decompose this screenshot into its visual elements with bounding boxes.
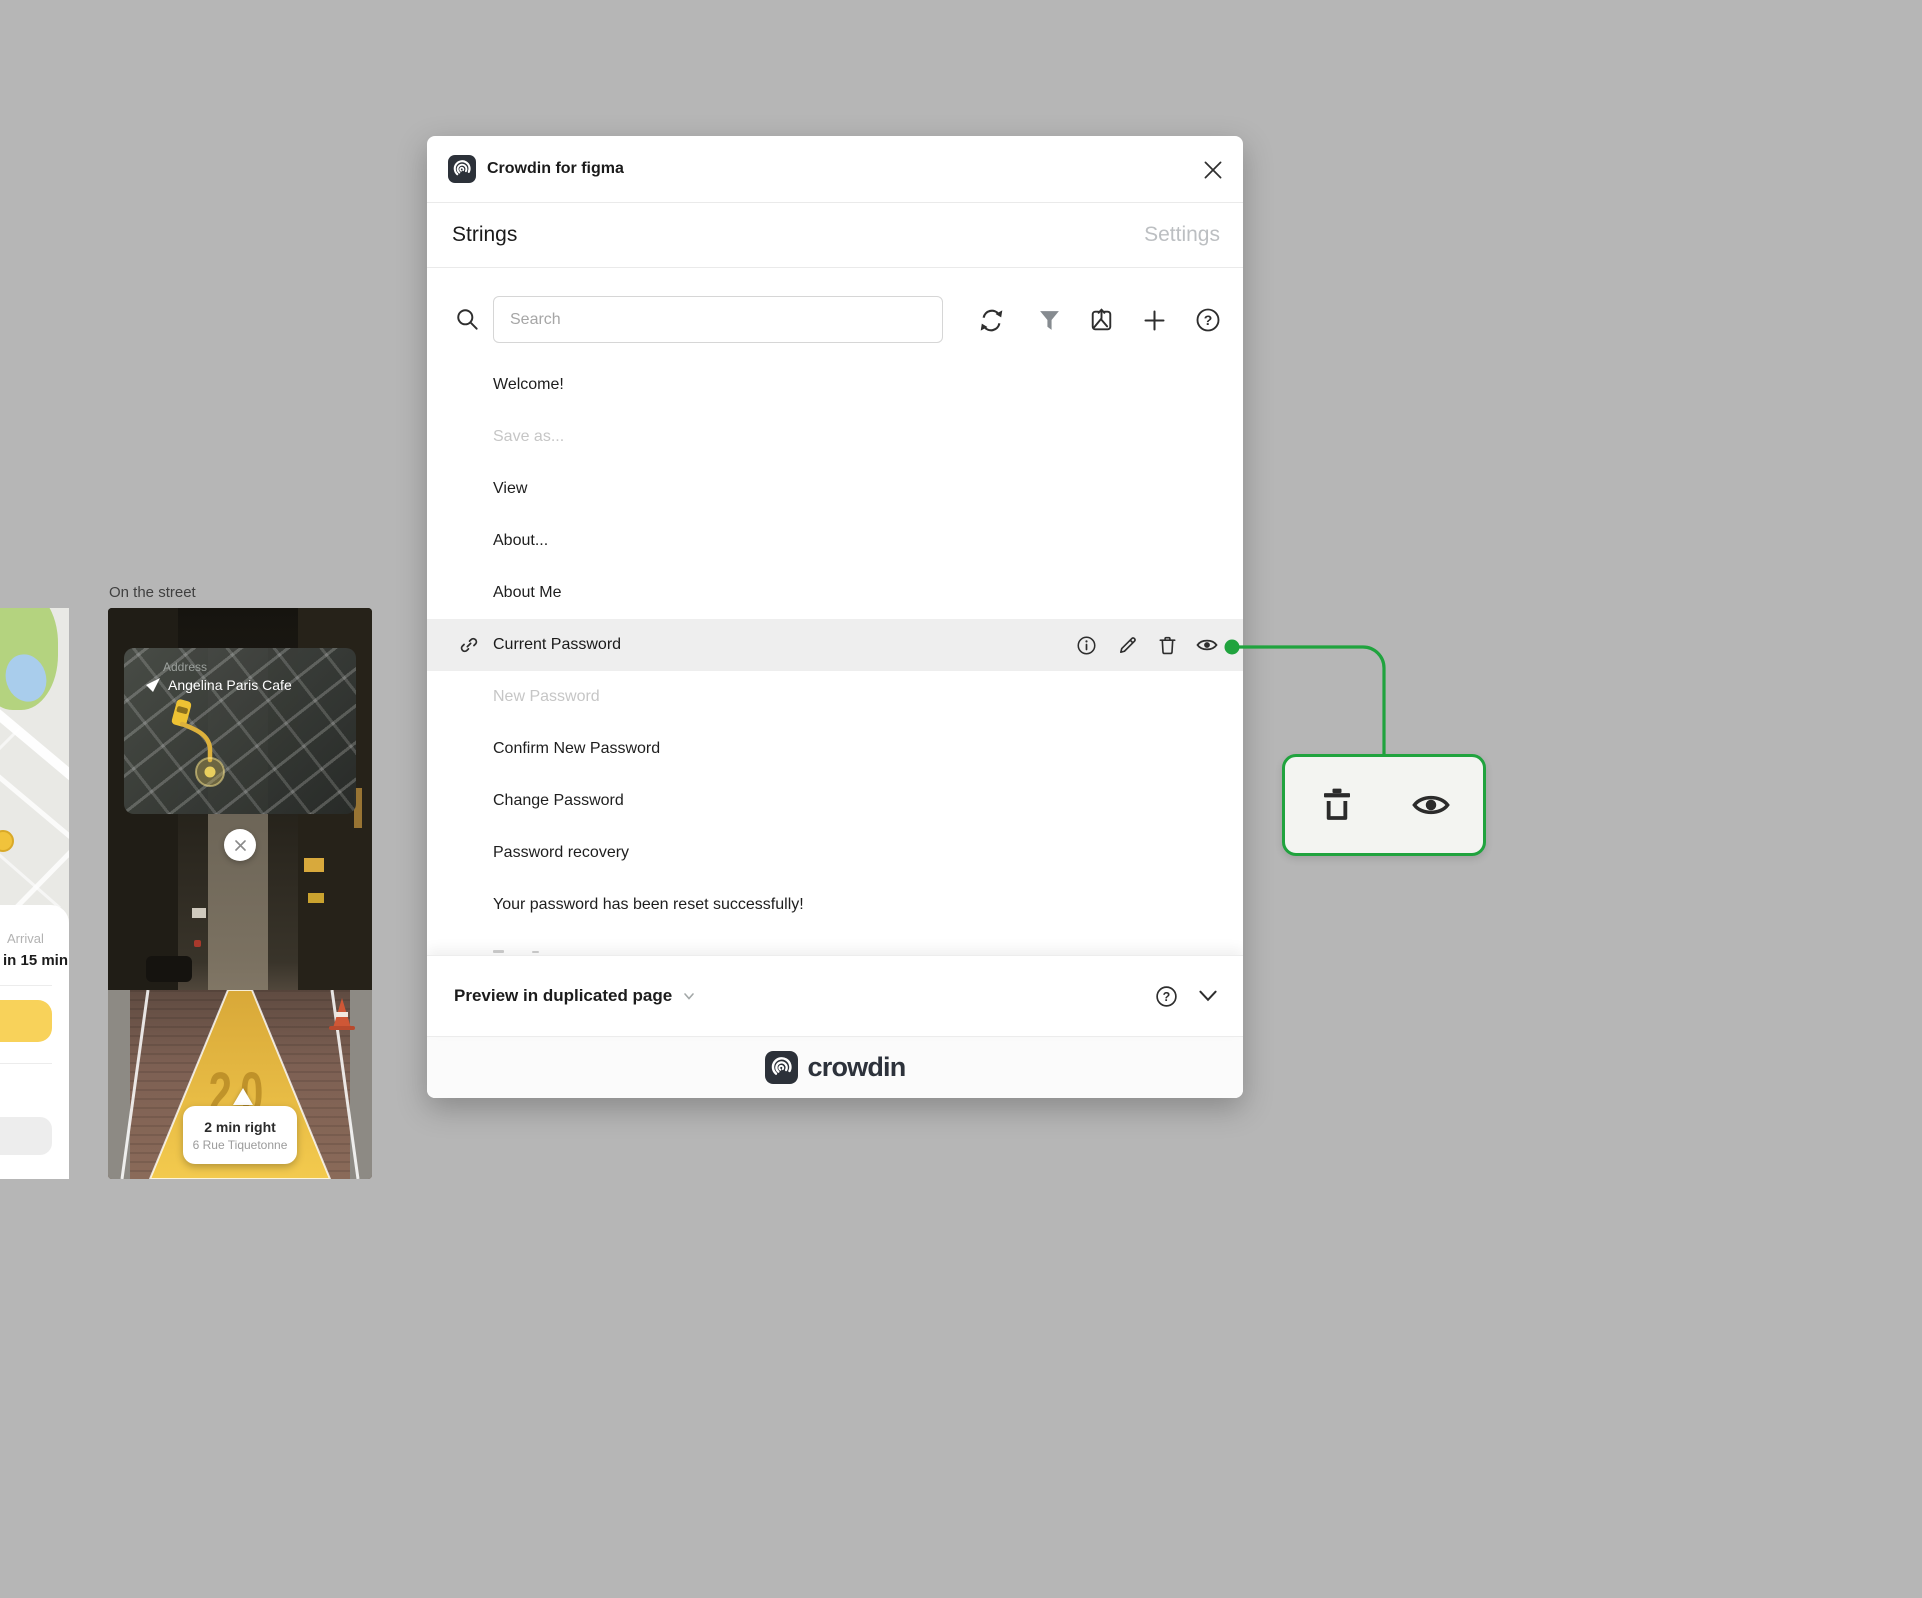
artboard-title: On the street (109, 584, 196, 601)
crowdin-wordmark: crowdin (807, 1051, 907, 1082)
dialog-title: Crowdin for figma (487, 160, 624, 177)
svg-text:?: ? (1162, 989, 1170, 1003)
string-row[interactable]: Confirm New Password (427, 723, 1243, 775)
crowdin-logo-icon (448, 155, 476, 183)
help-button[interactable]: ? (1193, 305, 1223, 335)
tab-settings[interactable]: Settings (1144, 202, 1220, 267)
dialog-header: Crowdin for figma (427, 136, 1243, 202)
image-export-icon (1091, 307, 1111, 330)
add-string-button[interactable] (1139, 305, 1169, 335)
string-row[interactable]: About Me (427, 567, 1243, 619)
secondary-button-fragment (0, 1117, 52, 1155)
close-icon (234, 839, 246, 851)
string-info-button[interactable] (1073, 632, 1099, 658)
clipped-row-fragment (493, 950, 504, 953)
crowdin-plugin-dialog: Crowdin for figma Strings Settings Searc… (427, 136, 1243, 1098)
help-icon: ? (1196, 308, 1220, 332)
refresh-icon (980, 309, 1002, 331)
plus-icon (1143, 309, 1165, 331)
sign-red (194, 940, 201, 947)
help-icon: ? (1155, 985, 1177, 1007)
chevron-down-icon (1199, 990, 1217, 1002)
map-roads (0, 709, 69, 908)
filter-button[interactable] (1034, 305, 1064, 335)
visibility-button[interactable] (1410, 784, 1452, 826)
callout-connector (1224, 639, 1386, 755)
address-value: Angelina Paris Cafe (168, 677, 292, 693)
filter-icon (1039, 310, 1059, 330)
string-delete-button[interactable] (1154, 632, 1180, 658)
info-icon (1076, 635, 1096, 655)
direction-card: 2 min right 6 Rue Tiquetonne (183, 1106, 297, 1164)
address-label: Address (163, 660, 208, 674)
delete-button[interactable] (1316, 784, 1358, 826)
divider (0, 1063, 52, 1064)
trash-icon (1324, 788, 1350, 820)
sign-light (304, 858, 324, 872)
search-input[interactable] (493, 296, 943, 343)
direction-arrow-icon (233, 1088, 253, 1105)
eye-icon (1412, 795, 1450, 815)
traffic-cone-band (336, 1012, 348, 1017)
actions-callout (1282, 754, 1486, 856)
collapse-panel-button[interactable] (1195, 983, 1221, 1009)
close-button[interactable] (1199, 156, 1226, 183)
link-icon (460, 637, 478, 653)
parked-car (146, 956, 192, 982)
confirm-button-fragment (0, 1000, 52, 1042)
divider (427, 267, 1243, 268)
chevron-down-icon (684, 993, 695, 1000)
sign-light (308, 893, 324, 903)
close-overlay-button[interactable] (224, 829, 256, 861)
export-image-button[interactable] (1086, 305, 1116, 335)
pencil-icon (1119, 636, 1136, 653)
string-row[interactable]: View (427, 463, 1243, 515)
address-map-card: Address Angelina Paris Cafe (124, 648, 356, 814)
arrival-panel: Arrival in 15 min (0, 905, 69, 1179)
string-row[interactable]: Save as... (427, 411, 1243, 463)
traffic-cone-base (329, 1026, 355, 1030)
navigation-arrow-icon (146, 678, 160, 692)
tab-strings[interactable]: Strings (452, 202, 517, 267)
trash-icon (1158, 636, 1176, 654)
string-visibility-button[interactable] (1194, 632, 1220, 658)
artboard-arrival[interactable]: Arrival in 15 min (0, 608, 69, 1179)
preview-help-button[interactable]: ? (1153, 983, 1179, 1009)
clipped-row-fragment (532, 951, 539, 953)
artboard-street[interactable]: Address Angelina Paris Cafe 20 2 min rig… (108, 608, 372, 1179)
string-row[interactable]: Change Password (427, 775, 1243, 827)
plugin-footer: crowdin (427, 1036, 1243, 1098)
string-row[interactable]: Welcome! (427, 359, 1243, 411)
search-icon (457, 309, 478, 330)
tab-bar: Strings Settings (427, 202, 1243, 267)
string-edit-button[interactable] (1114, 632, 1140, 658)
svg-text:?: ? (1204, 312, 1213, 328)
crowdin-logo-icon (764, 1050, 798, 1084)
preview-mode-select[interactable]: Preview in duplicated page (454, 956, 696, 1036)
string-row[interactable]: New Password (427, 671, 1243, 723)
refresh-button[interactable] (976, 305, 1006, 335)
string-row[interactable]: Your password has been reset successfull… (427, 879, 1243, 931)
figma-canvas: Arrival in 15 min On the street Address … (0, 0, 1922, 1598)
bottom-bar: Preview in duplicated page ? (427, 955, 1243, 1037)
string-row[interactable]: About... (427, 515, 1243, 567)
arrival-label: Arrival (7, 931, 44, 946)
sign-board (192, 908, 206, 918)
string-row-selected[interactable]: Current Password (427, 619, 1243, 671)
divider (0, 985, 52, 986)
string-row[interactable]: Password recovery (427, 827, 1243, 879)
street-road: 20 2 min right 6 Rue Tiquetonne (108, 990, 372, 1179)
close-icon (1204, 161, 1221, 178)
eye-icon (1196, 639, 1218, 651)
arrival-eta: in 15 min (3, 952, 69, 969)
direction-subtitle: 6 Rue Tiquetonne (192, 1137, 288, 1152)
direction-title: 2 min right (204, 1118, 276, 1135)
route-path (179, 721, 225, 787)
